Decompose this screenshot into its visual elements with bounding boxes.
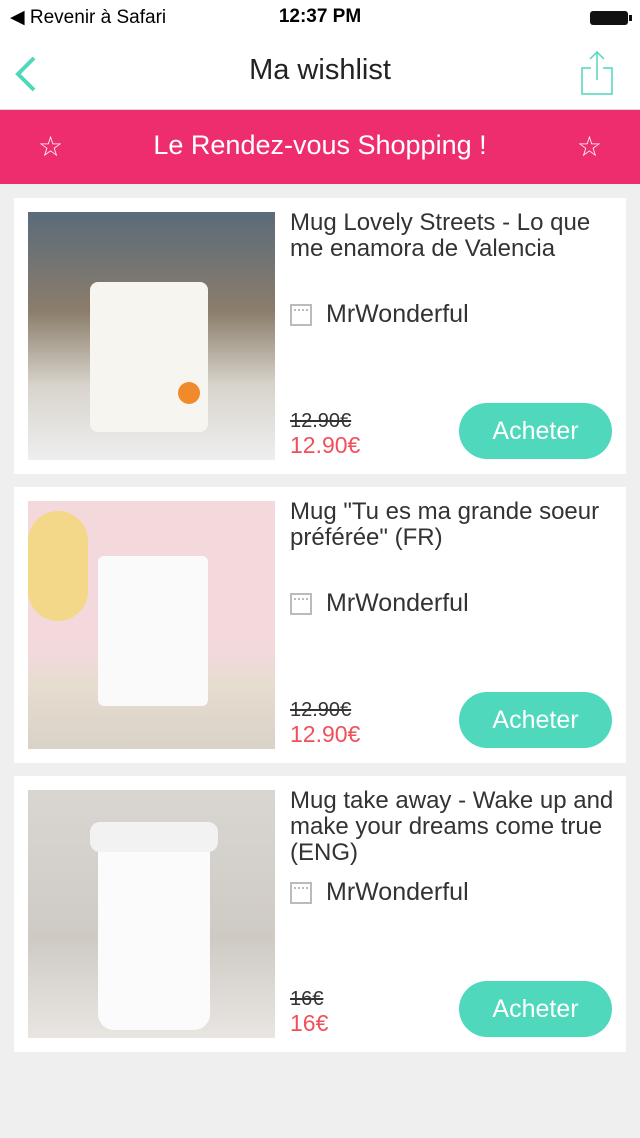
star-icon: ☆ [576,131,602,162]
buy-button[interactable]: Acheter [459,403,612,459]
product-image[interactable] [28,790,275,1038]
battery-icon [590,11,632,25]
product-image[interactable] [28,212,275,460]
product-name[interactable]: Mug take away - Wake up and make your dr… [290,788,620,866]
buy-button[interactable]: Acheter [459,692,612,748]
old-price: 12.90€ [290,699,352,721]
wishlist-item[interactable]: Mug take away - Wake up and make your dr… [14,776,626,1052]
old-price: 12.90€ [290,410,352,432]
wishlist-item[interactable]: Mug Lovely Streets - Lo que me enamora d… [14,198,626,474]
price: 12.90€ [290,432,361,458]
buy-button[interactable]: Acheter [459,981,612,1037]
old-price: 16€ [290,988,324,1010]
shop-icon [290,303,312,326]
price: 12.90€ [290,721,361,747]
product-name[interactable]: Mug Lovely Streets - Lo que me enamora d… [290,210,620,262]
product-name[interactable]: Mug "Tu es ma grande soeur préférée" (FR… [290,499,620,551]
price: 16€ [290,1010,329,1036]
shop[interactable]: MrWonderful [290,878,469,907]
promo-banner[interactable]: ☆ Le Rendez-vous Shopping ! ☆ [0,110,640,184]
shop[interactable]: MrWonderful [290,589,469,618]
page-title: Ma wishlist [249,54,391,86]
shop-icon [290,881,312,904]
shop-name: MrWonderful [326,300,469,328]
nav-bar: Ma wishlist [0,36,640,110]
shop-icon [290,592,312,615]
clock: 12:37 PM [278,6,362,27]
shop[interactable]: MrWonderful [290,300,469,329]
banner-text: Le Rendez-vous Shopping ! [153,130,487,160]
wishlist-item[interactable]: Mug "Tu es ma grande soeur préférée" (FR… [14,487,626,763]
shop-name: MrWonderful [326,589,469,617]
product-image[interactable] [28,501,275,749]
status-bar: ◀ Revenir à Safari 12:37 PM [0,0,640,36]
share-icon[interactable] [580,50,614,96]
shop-name: MrWonderful [326,878,469,906]
